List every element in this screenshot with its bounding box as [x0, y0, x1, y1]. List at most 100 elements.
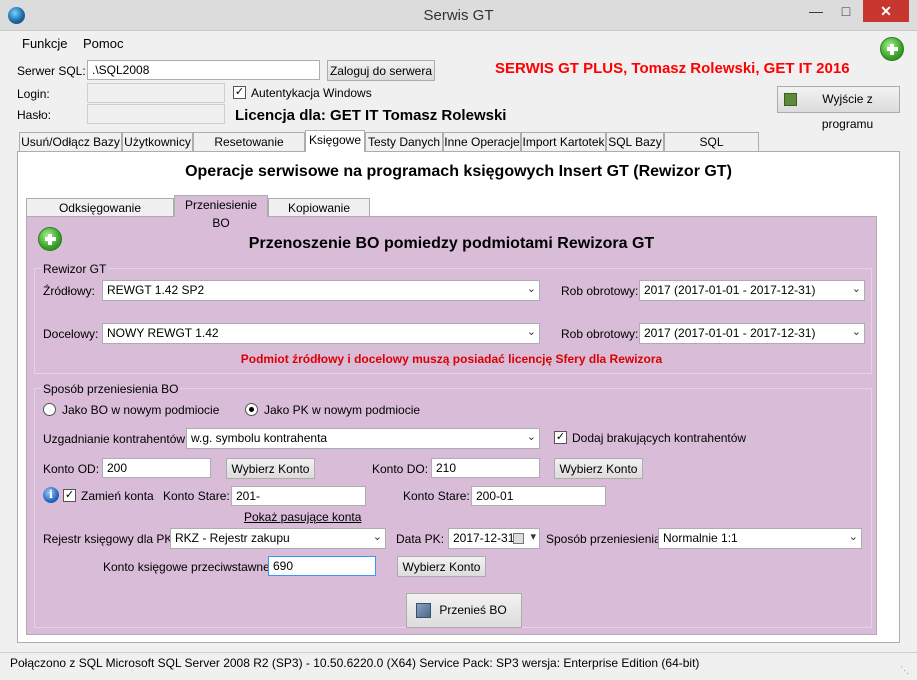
target-select[interactable]: NOWY REWGT 1.42 ⌄ — [102, 323, 540, 344]
rewizor-group-title: Rewizor GT — [41, 262, 109, 276]
tab-inne-operacje[interactable]: Inne Operacje — [443, 132, 521, 151]
bo-heading: Przenoszenie BO pomiedzy podmiotami Rewi… — [248, 235, 655, 252]
transfer-method-label: Sposób przeniesienia: — [546, 532, 665, 546]
chevron-down-icon: ⌄ — [526, 431, 536, 443]
transfer-method-value: Normalnie 1:1 — [663, 531, 738, 545]
transfer-bo-label: Przenieś BO — [439, 603, 507, 617]
date-pk-label: Data PK: — [396, 532, 445, 546]
method-group-title: Sposób przeniesienia BO — [41, 382, 181, 396]
login-server-button[interactable]: Zaloguj do serwera — [327, 60, 435, 81]
choose-to-account-button[interactable]: Wybierz Konto — [554, 458, 643, 479]
status-bar: Połączono z SQL Microsoft SQL Server 200… — [0, 652, 917, 680]
exit-button[interactable]: Wyjście z programu — [777, 86, 900, 131]
subtab-kopiowanie-danych[interactable]: Kopiowanie danych — [268, 198, 370, 233]
license-text: Licencja dla: GET IT Tomasz Rolewski — [235, 107, 507, 124]
target-value: NOWY REWGT 1.42 — [107, 326, 219, 340]
windows-auth-label: Autentykacja Windows — [251, 86, 372, 100]
tab-ksiegowe[interactable]: Księgowe — [305, 130, 365, 152]
register-value: RKZ - Rejestr zakupu — [175, 531, 290, 545]
from-account-label: Konto OD: — [43, 462, 100, 476]
sql-server-input[interactable]: .\SQL2008 — [87, 60, 320, 80]
old-account-label-2: Konto Stare: — [403, 489, 470, 503]
chevron-down-icon: ⌄ — [526, 283, 536, 295]
transfer-method-select[interactable]: Normalnie 1:1 ⌄ — [658, 528, 862, 549]
tab-testy-danych[interactable]: Testy Danych — [365, 132, 443, 151]
tab-usun-odlacz-bazy[interactable]: Usuń/Odłącz Bazy — [19, 132, 122, 151]
password-input[interactable] — [87, 104, 225, 124]
tab-sql-bazy[interactable]: SQL Bazy — [606, 132, 664, 151]
status-text: Połączono z SQL Microsoft SQL Server 200… — [10, 656, 700, 670]
add-icon[interactable] — [880, 37, 904, 61]
date-pk-picker[interactable]: 2017-12-31 ▾ — [448, 528, 540, 549]
match-value: w.g. symbolu kontrahenta — [191, 431, 328, 445]
title-bar: Serwis GT — □ ✕ — [0, 0, 917, 31]
target-year-label: Rob obrotowy: — [561, 327, 639, 341]
tab-uzytkownicy[interactable]: Użytkownicy — [122, 132, 193, 151]
source-year-value: 2017 (2017-01-01 - 2017-12-31) — [644, 283, 816, 297]
old-account-input-2[interactable]: 200-01 — [471, 486, 606, 506]
subtab-przeniesienie-bo[interactable]: Przeniesienie BO — [174, 195, 268, 230]
date-pk-value: 2017-12-31 — [453, 531, 515, 545]
license-warning: Podmiot źródłowy i docelowy muszą posiad… — [240, 352, 663, 366]
register-select[interactable]: RKZ - Rejestr zakupu ⌄ — [170, 528, 386, 549]
tab-resetowanie-licencji[interactable]: Resetowanie Licencji — [193, 132, 305, 167]
to-account-label: Konto DO: — [372, 462, 429, 476]
login-label: Login: — [17, 87, 50, 101]
swap-accounts-label: Zamień konta — [81, 489, 154, 503]
menu-pomoc[interactable]: Pomoc — [83, 36, 123, 51]
old-account-label-1: Konto Stare: — [163, 489, 230, 503]
register-label: Rejestr księgowy dla PK: — [43, 532, 176, 546]
panel-heading: Operacje serwisowe na programach księgow… — [185, 163, 732, 180]
radio-jako-bo[interactable] — [43, 403, 56, 416]
transfer-icon — [416, 603, 431, 618]
method-group — [34, 388, 872, 628]
target-label: Docelowy: — [43, 327, 99, 341]
match-label: Uzgadnianie kontrahentów: — [43, 432, 189, 446]
exit-door-icon — [784, 93, 797, 106]
chevron-down-icon: ⌄ — [851, 283, 861, 295]
swap-accounts-checkbox[interactable]: ✓ — [63, 489, 76, 502]
windows-auth-checkbox[interactable]: ✓ — [233, 86, 246, 99]
source-year-select[interactable]: 2017 (2017-01-01 - 2017-12-31) ⌄ — [639, 280, 865, 301]
counter-account-input[interactable]: 690 — [268, 556, 376, 576]
tab-import-kartotek[interactable]: Import Kartotek — [521, 132, 606, 151]
to-account-input[interactable]: 210 — [431, 458, 540, 478]
show-matching-accounts-link[interactable]: Pokaż pasujące konta — [244, 510, 361, 524]
match-select[interactable]: w.g. symbolu kontrahenta ⌄ — [186, 428, 540, 449]
tab-sql-uzytkownicy[interactable]: SQL Użytkownicy — [664, 132, 759, 167]
source-value: REWGT 1.42 SP2 — [107, 283, 205, 297]
choose-from-account-button[interactable]: Wybierz Konto — [226, 458, 315, 479]
source-select[interactable]: REWGT 1.42 SP2 ⌄ — [102, 280, 540, 301]
window-title: Serwis GT — [423, 7, 494, 24]
source-year-label: Rob obrotowy: — [561, 284, 639, 298]
chevron-down-icon: ⌄ — [851, 326, 861, 338]
counter-account-label: Konto księgowe przeciwstawne: — [103, 560, 274, 574]
source-label: Źródłowy: — [43, 284, 96, 298]
old-account-input-1[interactable]: 201- — [231, 486, 366, 506]
choose-counter-account-button[interactable]: Wybierz Konto — [397, 556, 486, 577]
sql-server-label: Serwer SQL: — [17, 64, 86, 78]
from-account-input[interactable]: 200 — [102, 458, 211, 478]
info-icon[interactable]: i — [43, 487, 59, 503]
chevron-down-icon: ▾ — [530, 531, 536, 543]
close-button[interactable]: ✕ — [863, 0, 909, 22]
radio-jako-pk-label: Jako PK w nowym podmiocie — [264, 403, 421, 417]
target-year-select[interactable]: 2017 (2017-01-01 - 2017-12-31) ⌄ — [639, 323, 865, 344]
radio-jako-bo-label: Jako BO w nowym podmiocie — [62, 403, 220, 417]
banner-text: SERWIS GT PLUS, Tomasz Rolewski, GET IT … — [495, 60, 850, 77]
target-year-value: 2017 (2017-01-01 - 2017-12-31) — [644, 326, 816, 340]
add-missing-checkbox[interactable]: ✓ — [554, 431, 567, 444]
menu-funkcje[interactable]: Funkcje — [22, 36, 68, 51]
resize-grip-icon[interactable]: ⋱ — [900, 665, 912, 677]
minimize-button[interactable]: — — [799, 0, 833, 22]
password-label: Hasło: — [17, 108, 52, 122]
maximize-button[interactable]: □ — [833, 0, 859, 22]
add-missing-label: Dodaj brakujących kontrahentów — [572, 431, 747, 445]
transfer-bo-button[interactable]: Przenieś BO — [406, 593, 522, 628]
chevron-down-icon: ⌄ — [526, 326, 536, 338]
subtab-odksiegowanie[interactable]: Odksięgowanie dokumentów — [26, 198, 174, 233]
login-input[interactable] — [87, 83, 225, 103]
radio-jako-pk[interactable] — [245, 403, 258, 416]
chevron-down-icon: ⌄ — [372, 531, 382, 543]
calendar-icon — [513, 533, 524, 544]
